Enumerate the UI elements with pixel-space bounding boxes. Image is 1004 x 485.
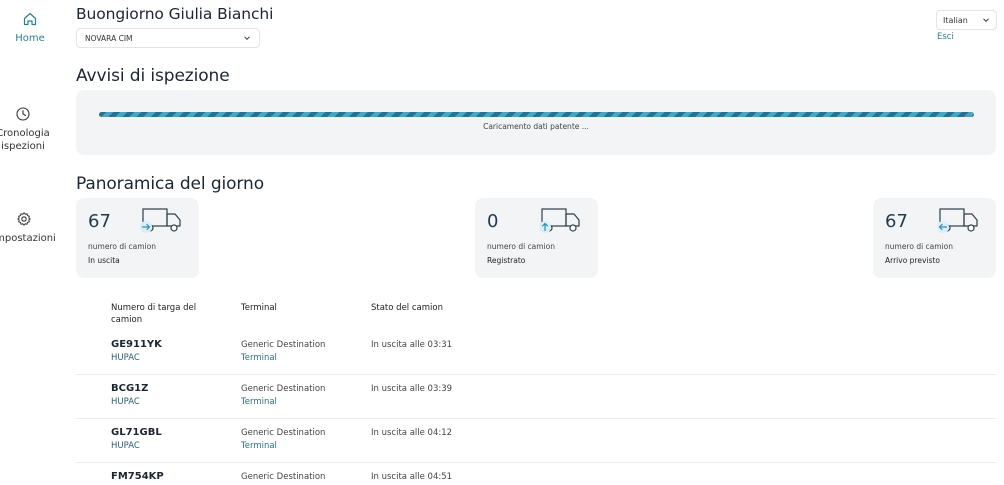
truck-registered-icon bbox=[539, 208, 580, 233]
logout-link[interactable]: Esci bbox=[937, 32, 954, 42]
gear-icon bbox=[17, 212, 31, 226]
operator-name: HUPAC bbox=[111, 353, 140, 363]
alerts-panel: Caricamento dati patente ... bbox=[76, 90, 996, 155]
destination-type: Terminal bbox=[241, 397, 277, 407]
table-row[interactable]: FM754KP Generic Destination In uscita al… bbox=[76, 463, 996, 485]
stat-value: 67 bbox=[88, 211, 111, 232]
plate-number: BCG1Z bbox=[111, 383, 149, 394]
stat-caption: numero di camion bbox=[885, 242, 953, 251]
column-header-plate-line1: Numero di targa del bbox=[111, 303, 197, 313]
alerts-title: Avvisi di ispezione bbox=[76, 66, 230, 86]
truck-status: In uscita alle 03:39 bbox=[371, 384, 453, 394]
sidebar-item-home[interactable]: Home bbox=[0, 11, 60, 45]
home-icon bbox=[23, 12, 37, 26]
destination: Generic Destination bbox=[241, 340, 326, 350]
site-select[interactable]: NOVARA CIM bbox=[76, 28, 260, 48]
overview-title: Panoramica del giorno bbox=[76, 174, 264, 194]
destination: Generic Destination bbox=[241, 384, 326, 394]
sidebar-item-label-2: ispezioni bbox=[1, 141, 45, 152]
column-header-plate[interactable]: Numero di targa del camion bbox=[111, 302, 221, 326]
column-header-plate-line2: camion bbox=[111, 315, 143, 325]
destination: Generic Destination bbox=[241, 428, 326, 438]
stat-label: Arrivo previsto bbox=[885, 256, 940, 265]
operator-name: HUPAC bbox=[111, 397, 140, 407]
stat-label: In uscita bbox=[88, 256, 120, 265]
page-greeting: Buongiorno Giulia Bianchi bbox=[76, 5, 274, 23]
stat-caption: numero di camion bbox=[88, 242, 156, 251]
stat-card-outgoing[interactable]: 67 numero di camion In uscita bbox=[76, 198, 199, 278]
truck-outgoing-icon bbox=[140, 208, 181, 233]
truck-incoming-icon bbox=[937, 208, 978, 233]
chevron-down-icon bbox=[983, 18, 989, 23]
truck-status: In uscita alle 03:31 bbox=[371, 340, 453, 350]
loading-progress-bar bbox=[99, 112, 974, 117]
stat-value: 67 bbox=[885, 211, 908, 232]
table-row[interactable]: GL71GBL HUPAC Generic Destination Termin… bbox=[76, 419, 996, 463]
sidebar-item-label: Impostazioni bbox=[0, 233, 56, 244]
destination: Generic Destination bbox=[241, 472, 326, 482]
stat-card-registered[interactable]: 0 numero di camion Registrato bbox=[475, 198, 598, 278]
column-header-status[interactable]: Stato del camion bbox=[371, 302, 443, 314]
destination-type: Terminal bbox=[241, 353, 277, 363]
table-row[interactable]: BCG1Z HUPAC Generic Destination Terminal… bbox=[76, 375, 996, 419]
sidebar-item-label: Cronologia bbox=[0, 128, 50, 139]
clock-icon bbox=[16, 107, 30, 121]
sidebar-item-history[interactable]: Cronologia ispezioni bbox=[0, 106, 60, 153]
table-row[interactable]: GE911YK HUPAC Generic Destination Termin… bbox=[76, 331, 996, 375]
plate-number: FM754KP bbox=[111, 471, 164, 482]
plate-number: GL71GBL bbox=[111, 427, 162, 438]
language-select-value: Italian bbox=[943, 16, 968, 25]
operator-name: HUPAC bbox=[111, 441, 140, 451]
truck-status: In uscita alle 04:12 bbox=[371, 428, 453, 438]
stat-card-expected[interactable]: 67 numero di camion Arrivo previsto bbox=[873, 198, 996, 278]
stat-value: 0 bbox=[487, 211, 499, 232]
language-select[interactable]: Italian bbox=[936, 10, 997, 30]
plate-number: GE911YK bbox=[111, 339, 162, 350]
stat-caption: numero di camion bbox=[487, 242, 555, 251]
stat-label: Registrato bbox=[487, 256, 526, 265]
site-select-value: NOVARA CIM bbox=[85, 34, 133, 43]
sidebar-item-label: Home bbox=[15, 33, 45, 44]
sidebar: Home Cronologia ispezioni Impostazioni bbox=[0, 0, 60, 485]
column-header-terminal[interactable]: Terminal bbox=[241, 302, 277, 314]
destination-type: Terminal bbox=[241, 441, 277, 451]
chevron-down-icon bbox=[244, 36, 250, 41]
truck-status: In uscita alle 04:51 bbox=[371, 472, 453, 482]
sidebar-item-settings[interactable]: Impostazioni bbox=[0, 211, 60, 245]
loading-text: Caricamento dati patente ... bbox=[483, 122, 589, 131]
